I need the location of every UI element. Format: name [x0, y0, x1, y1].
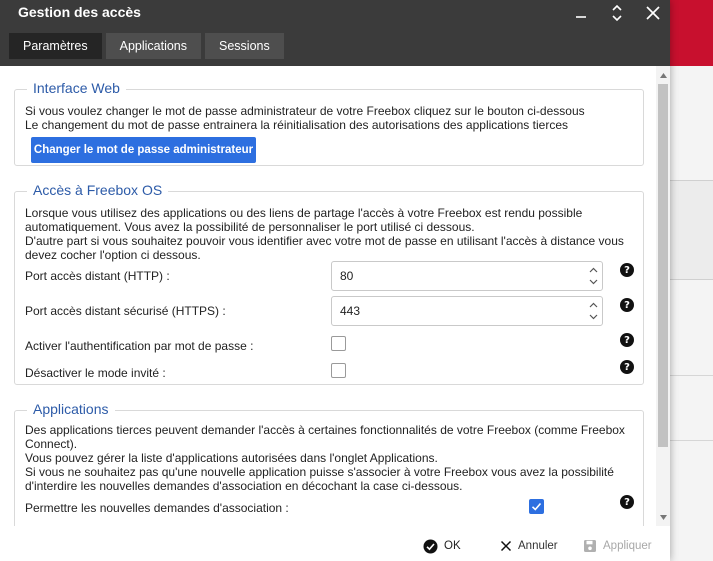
help-icon[interactable]: ?	[620, 298, 634, 312]
checkmark-icon	[531, 502, 542, 511]
save-icon	[584, 540, 596, 552]
apply-button[interactable]: Appliquer	[583, 536, 652, 556]
https-port-stepper	[586, 299, 600, 323]
https-port-label: Port accès distant sécurisé (HTTPS) :	[25, 304, 226, 318]
background-app-row	[668, 180, 713, 280]
applications-text: Vous pouvez gérer la liste d'application…	[25, 451, 438, 465]
section-title: Interface Web	[27, 80, 126, 96]
background-divider	[668, 375, 713, 376]
tab-applications[interactable]: Applications	[105, 33, 202, 59]
interface-web-section: Interface Web Si vous voulez changer le …	[14, 80, 644, 166]
freebox-os-text: devez cocher l'option ci dessous.	[25, 248, 201, 262]
section-title: Accès à Freebox OS	[27, 182, 169, 198]
applications-text: d'interdire les nouvelles demandes d'ass…	[25, 479, 463, 493]
decrement-button[interactable]	[586, 276, 600, 288]
resize-button[interactable]	[602, 0, 632, 26]
interface-web-text: Le changement du mot de passe entrainera…	[25, 118, 568, 132]
chevron-up-icon	[589, 267, 597, 273]
chevron-down-icon	[589, 279, 597, 285]
https-port-input[interactable]	[340, 303, 570, 319]
guest-mode-checkbox[interactable]	[331, 363, 346, 378]
interface-web-text: Si vous voulez changer le mot de passe a…	[25, 104, 585, 118]
cancel-label: Annuler	[518, 540, 558, 552]
help-icon[interactable]: ?	[620, 333, 634, 347]
decrement-button[interactable]	[586, 311, 600, 323]
freebox-os-access-section: Accès à Freebox OS Lorsque vous utilisez…	[14, 182, 644, 385]
increment-button[interactable]	[586, 264, 600, 276]
settings-content: Interface Web Si vous voulez changer le …	[4, 66, 656, 526]
applications-text: Si vous ne souhaitez pas qu'une nouvelle…	[25, 465, 614, 479]
ok-button[interactable]: OK	[423, 536, 461, 556]
http-port-input[interactable]	[340, 268, 570, 284]
allow-new-association-label: Permettre les nouvelles demandes d'assoc…	[25, 501, 289, 515]
increment-button[interactable]	[586, 299, 600, 311]
close-icon	[646, 6, 660, 20]
scroll-down-button[interactable]	[656, 510, 670, 524]
apply-label: Appliquer	[603, 540, 652, 552]
help-icon[interactable]: ?	[620, 495, 634, 509]
http-port-stepper	[586, 264, 600, 288]
applications-section: Applications Des applications tierces pe…	[14, 401, 644, 526]
ok-label: OK	[444, 540, 461, 552]
http-port-label: Port accès distant (HTTP) :	[25, 269, 170, 283]
vertical-scrollbar[interactable]	[656, 66, 670, 526]
background-app-header	[668, 0, 713, 66]
access-management-dialog: Gestion des accès Paramètres Application…	[0, 0, 670, 561]
scrollbar-thumb[interactable]	[658, 84, 668, 447]
help-icon[interactable]: ?	[620, 263, 634, 277]
background-divider	[668, 440, 713, 441]
background-app-panel	[668, 66, 713, 561]
section-title: Applications	[27, 401, 115, 417]
freebox-os-text: D'autre part si vous souhaitez pouvoir v…	[25, 234, 624, 248]
https-port-field	[331, 296, 603, 326]
caret-up-icon	[659, 72, 667, 78]
chevron-down-icon	[589, 314, 597, 320]
freebox-os-text: Lorsque vous utilisez des applications o…	[25, 206, 583, 220]
dialog-titlebar: Gestion des accès Paramètres Application…	[0, 0, 670, 66]
password-auth-checkbox[interactable]	[331, 336, 346, 351]
freebox-os-text: automatiquement. Vous avez la possibilit…	[25, 220, 475, 234]
cancel-button[interactable]: Annuler	[500, 536, 558, 556]
tab-sessions[interactable]: Sessions	[205, 33, 284, 59]
tab-parametres[interactable]: Paramètres	[9, 33, 102, 59]
tab-bar: Paramètres Applications Sessions	[9, 33, 284, 59]
password-auth-label: Activer l'authentification par mot de pa…	[25, 339, 254, 353]
guest-mode-label: Désactiver le mode invité :	[25, 366, 166, 380]
check-circle-icon	[423, 539, 438, 553]
caret-down-icon	[659, 514, 667, 520]
scroll-up-button[interactable]	[656, 68, 670, 82]
minimize-icon	[576, 16, 586, 18]
applications-text: Des applications tierces peuvent demande…	[25, 423, 625, 437]
close-icon	[500, 540, 512, 552]
close-button[interactable]	[638, 0, 668, 26]
http-port-field	[331, 261, 603, 291]
dialog-title: Gestion des accès	[18, 4, 141, 20]
chevron-up-icon	[589, 302, 597, 308]
help-icon[interactable]: ?	[620, 360, 634, 374]
applications-text: Connect).	[25, 437, 78, 451]
allow-new-association-checkbox[interactable]	[529, 499, 544, 514]
expand-collapse-icon	[612, 4, 622, 22]
change-admin-password-button[interactable]: Changer le mot de passe administrateur	[31, 137, 256, 163]
minimize-button[interactable]	[566, 0, 596, 26]
